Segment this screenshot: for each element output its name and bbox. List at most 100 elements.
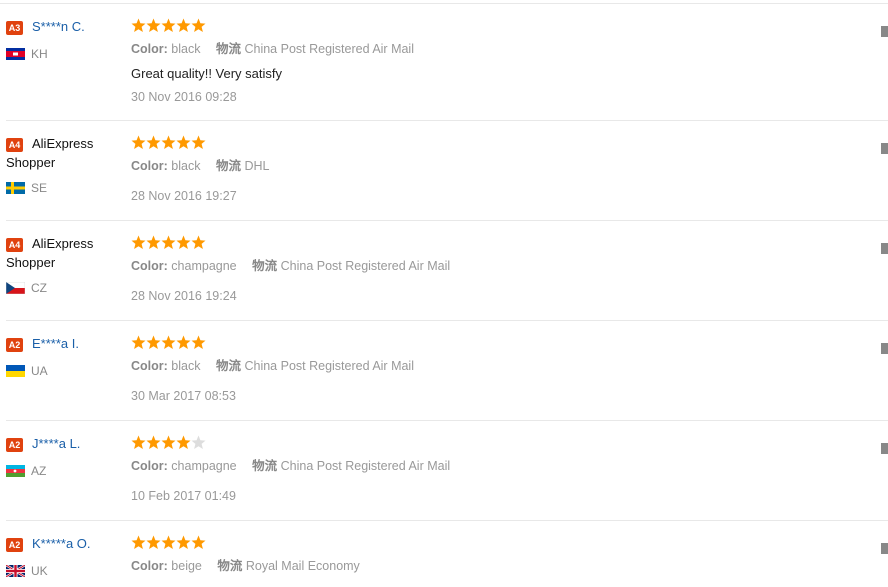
order-info: Color: black 物流 DHL: [131, 158, 281, 174]
buyer-level-badge: A3: [6, 21, 23, 35]
buyer-level-badge: A2: [6, 438, 23, 452]
star-filled-icon: [161, 535, 176, 549]
color-label: Color:: [131, 259, 168, 273]
shipping-value: China Post Registered Air Mail: [280, 459, 451, 473]
star-filled-icon: [191, 135, 206, 149]
shipping-label: 物流: [215, 42, 241, 56]
star-filled-icon: [191, 18, 206, 32]
buyer-country: UA: [31, 364, 48, 378]
buyer-country: CZ: [31, 281, 47, 295]
rating-stars: [131, 235, 207, 251]
color-label: Color:: [131, 359, 168, 373]
star-filled-icon: [131, 18, 146, 32]
shipping-label: 物流: [217, 559, 243, 573]
order-info: Color: black 物流 China Post Registered Ai…: [131, 41, 426, 57]
rating-stars: [131, 535, 207, 551]
color-value: champagne: [171, 259, 237, 273]
buyer-level-badge: A2: [6, 338, 23, 352]
star-filled-icon: [146, 135, 161, 149]
star-filled-icon: [131, 335, 146, 349]
star-filled-icon: [176, 335, 191, 349]
buyer-country: KH: [31, 47, 48, 61]
star-empty-icon: [191, 435, 206, 449]
review-date: 28 Nov 2016 19:24: [131, 289, 237, 303]
star-filled-icon: [191, 235, 206, 249]
star-filled-icon: [191, 535, 206, 549]
color-value: black: [171, 159, 201, 173]
review-date: 30 Mar 2017 08:53: [131, 389, 236, 403]
shipping-value: DHL: [244, 159, 270, 173]
rating-stars: [131, 335, 207, 351]
star-filled-icon: [131, 435, 146, 449]
color-label: Color:: [131, 559, 168, 573]
azerbaijan-flag-icon: [6, 464, 25, 477]
star-filled-icon: [161, 18, 176, 32]
edge-marker: [881, 343, 888, 354]
buyer-name-link[interactable]: E****a I.: [32, 334, 122, 353]
edge-marker: [881, 143, 888, 154]
star-filled-icon: [146, 235, 161, 249]
shipping-value: Royal Mail Economy: [245, 559, 360, 573]
color-label: Color:: [131, 459, 168, 473]
edge-marker: [881, 543, 888, 554]
shipping-value: China Post Registered Air Mail: [280, 259, 451, 273]
color-label: Color:: [131, 42, 168, 56]
edge-marker: [881, 243, 888, 254]
review-item: A4 AliExpress Shopper SE Color: black 物流…: [0, 121, 888, 221]
shipping-label: 物流: [215, 359, 241, 373]
rating-stars: [131, 435, 207, 451]
color-value: black: [171, 42, 201, 56]
rating-stars: [131, 135, 207, 151]
star-filled-icon: [161, 335, 176, 349]
edge-marker: [881, 443, 888, 454]
review-date: 10 Feb 2017 01:49: [131, 489, 236, 503]
review-item: A2 K*****a O. UK Color: beige 物流 Royal M…: [0, 521, 888, 587]
review-date: 28 Nov 2016 19:27: [131, 189, 237, 203]
buyer-name-link[interactable]: K*****a O.: [32, 534, 122, 553]
czech-flag-icon: [5, 281, 26, 295]
buyer-level-badge: A2: [6, 538, 23, 552]
rating-stars: [131, 18, 207, 34]
buyer-country: SE: [31, 181, 48, 195]
buyer-country: AZ: [31, 464, 47, 478]
star-filled-icon: [176, 235, 191, 249]
star-filled-icon: [161, 435, 176, 449]
star-filled-icon: [131, 235, 146, 249]
uk-flag-icon: [5, 563, 26, 579]
star-filled-icon: [176, 435, 191, 449]
star-filled-icon: [176, 135, 191, 149]
star-filled-icon: [146, 535, 161, 549]
star-filled-icon: [176, 535, 191, 549]
buyer-country: UK: [31, 564, 48, 578]
shipping-value: China Post Registered Air Mail: [244, 359, 414, 373]
order-info: Color: black 物流 China Post Registered Ai…: [131, 358, 426, 374]
shipping-label: 物流: [252, 459, 278, 473]
star-filled-icon: [161, 235, 176, 249]
order-info: Color: champagne 物流 China Post Registere…: [131, 458, 462, 474]
sweden-flag-icon: [6, 181, 25, 194]
star-filled-icon: [131, 535, 146, 549]
color-value: champagne: [171, 459, 237, 473]
star-filled-icon: [146, 18, 161, 32]
color-label: Color:: [131, 159, 168, 173]
review-text: Great quality!! Very satisfy: [131, 66, 283, 81]
star-filled-icon: [146, 335, 161, 349]
review-item: A2 E****a I. UA Color: black 物流 China Po…: [0, 321, 888, 421]
buyer-name-link[interactable]: J****a L.: [32, 434, 122, 453]
buyer-name: AliExpress Shopper: [6, 136, 94, 170]
color-value: black: [171, 359, 201, 373]
ukraine-flag-icon: [6, 364, 25, 377]
cambodia-flag-icon: [6, 47, 25, 60]
star-filled-icon: [176, 18, 191, 32]
review-item: A2 J****a L. AZ Color: champagne 物流 Chin…: [0, 421, 888, 521]
buyer-name-link[interactable]: S****n C.: [32, 17, 122, 36]
shipping-value: China Post Registered Air Mail: [244, 42, 414, 56]
color-value: beige: [171, 559, 202, 573]
edge-marker: [881, 26, 888, 37]
star-filled-icon: [146, 435, 161, 449]
star-filled-icon: [191, 335, 206, 349]
star-filled-icon: [131, 135, 146, 149]
review-date: 30 Nov 2016 09:28: [131, 90, 237, 104]
star-filled-icon: [161, 135, 176, 149]
order-info: Color: champagne 物流 China Post Registere…: [131, 258, 462, 274]
